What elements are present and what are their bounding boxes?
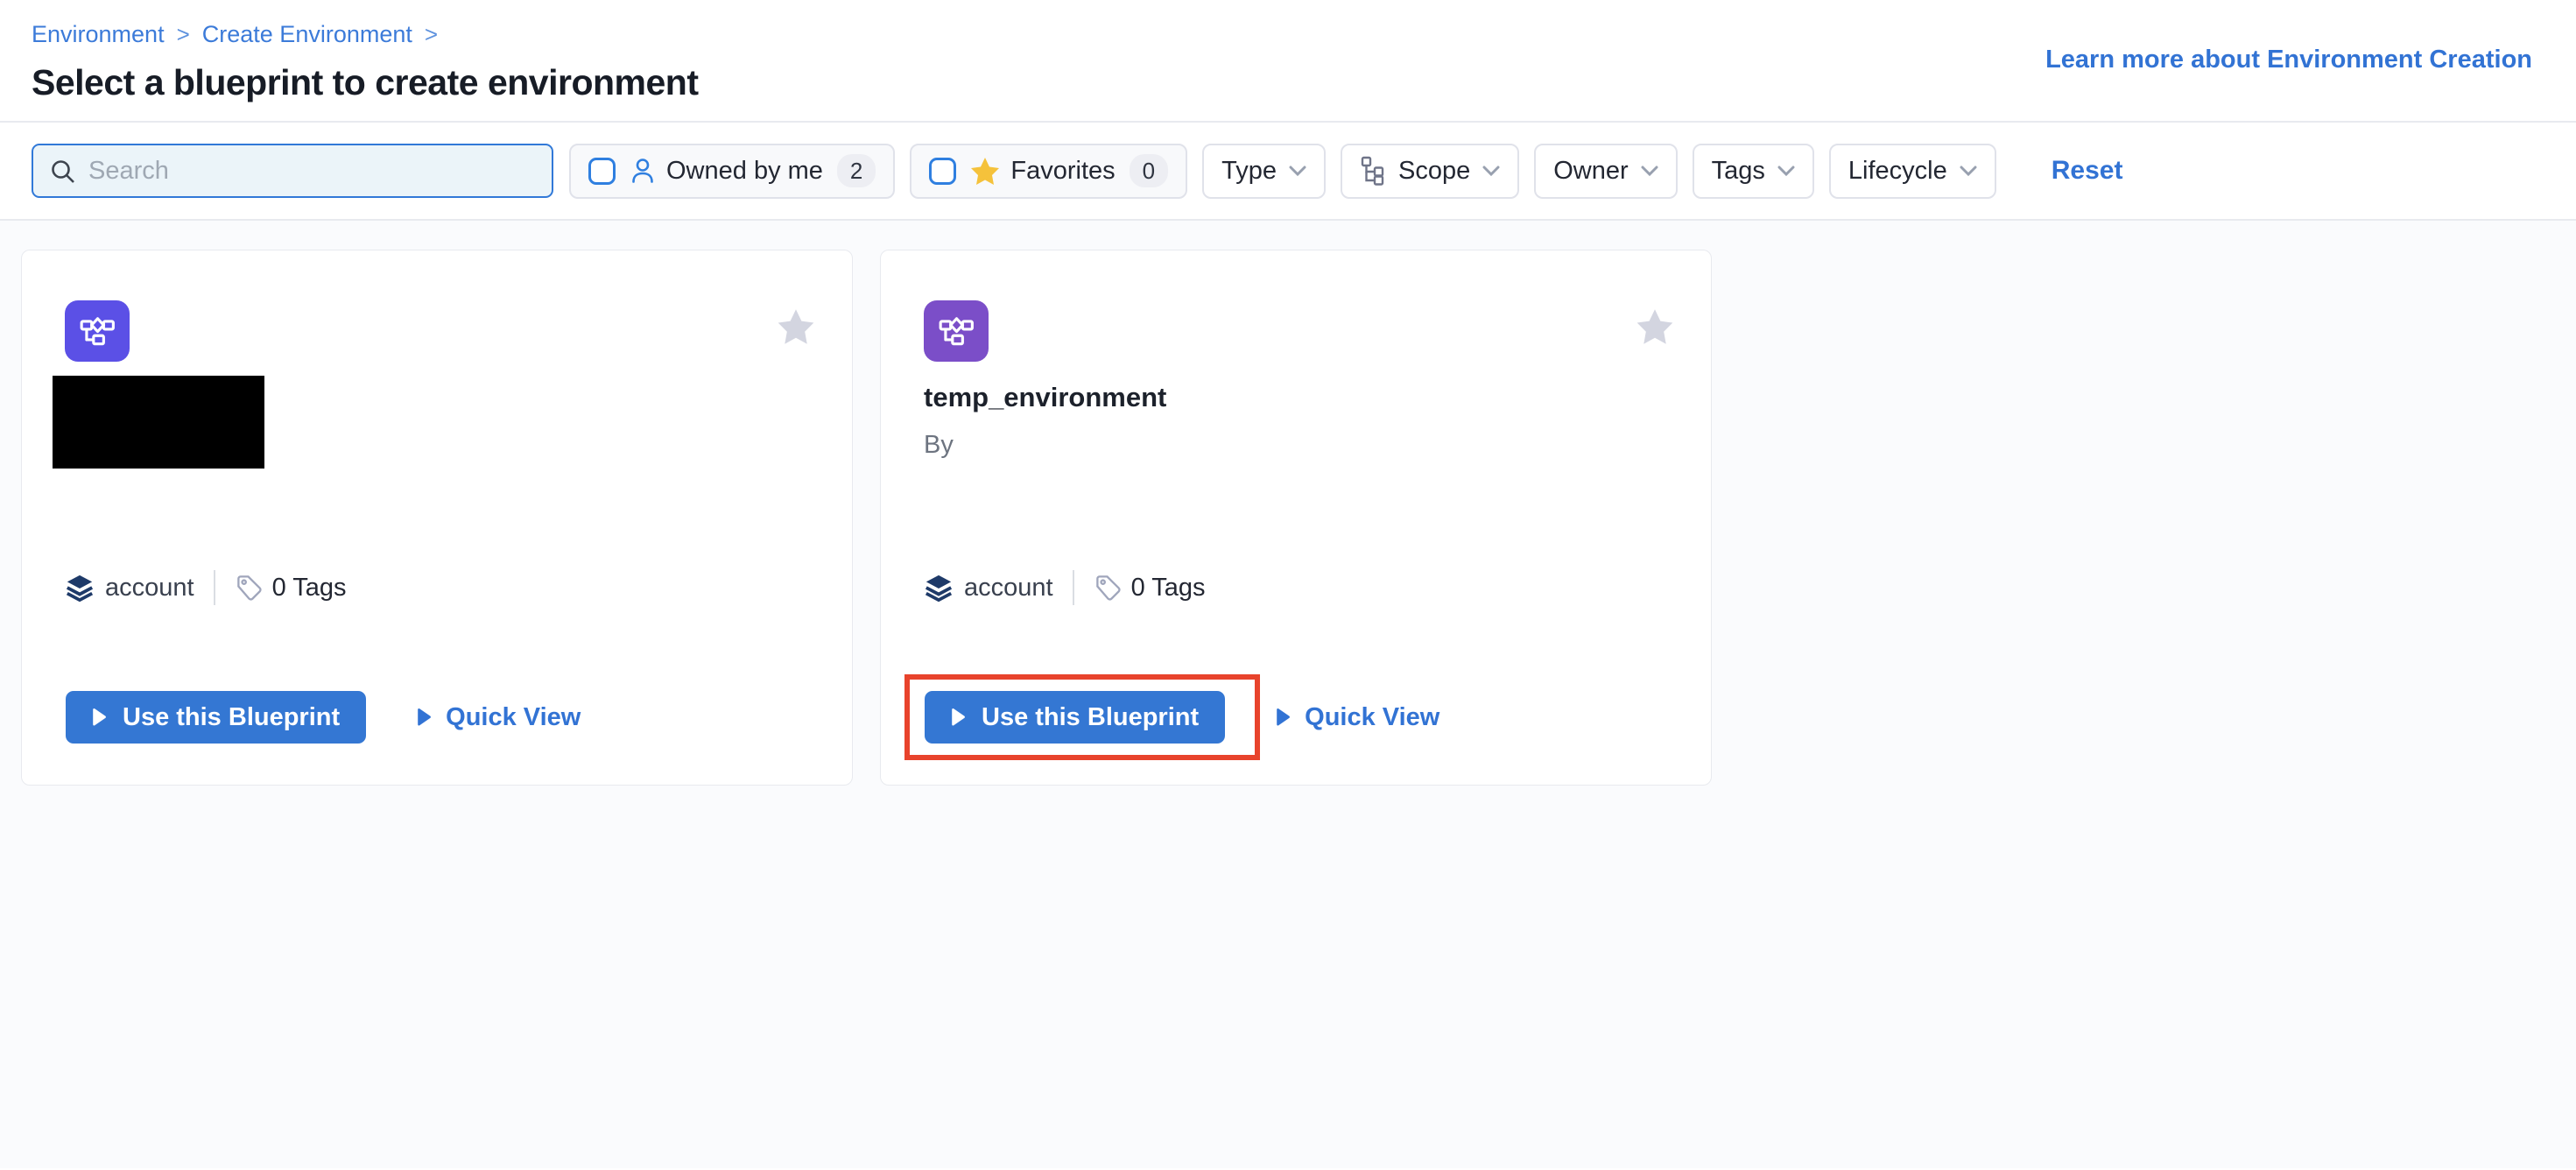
blueprint-flowchart-icon bbox=[78, 313, 116, 349]
space-label: account bbox=[964, 574, 1053, 603]
blueprint-tile bbox=[924, 300, 989, 362]
tags-count-label: 0 Tags bbox=[1131, 574, 1206, 603]
blueprint-card: account 0 Tags Use this Blueprint bbox=[21, 250, 853, 786]
filter-type-dropdown[interactable]: Type bbox=[1202, 144, 1326, 199]
filter-scope-dropdown[interactable]: Scope bbox=[1341, 144, 1519, 199]
favorites-checkbox[interactable] bbox=[929, 158, 956, 185]
filter-tags-dropdown[interactable]: Tags bbox=[1693, 144, 1814, 199]
account-layers-icon bbox=[65, 572, 95, 603]
breadcrumb-create-environment[interactable]: Create Environment bbox=[202, 21, 412, 48]
owned-by-me-label: Owned by me bbox=[666, 157, 823, 186]
play-icon bbox=[417, 708, 432, 727]
use-blueprint-button[interactable]: Use this Blueprint bbox=[66, 691, 366, 744]
blueprint-catalog-page: Environment > Create Environment > Selec… bbox=[0, 0, 2576, 1170]
owned-by-me-checkbox[interactable] bbox=[588, 158, 616, 185]
chevron-down-icon bbox=[1641, 166, 1658, 177]
card-meta-row: account 0 Tags bbox=[924, 569, 1206, 606]
tags-dropdown-label: Tags bbox=[1712, 157, 1765, 186]
filter-lifecycle-dropdown[interactable]: Lifecycle bbox=[1829, 144, 1996, 199]
breadcrumb-separator: > bbox=[177, 21, 190, 48]
filter-owned-by-me[interactable]: Owned by me 2 bbox=[569, 144, 895, 199]
owner-dropdown-label: Owner bbox=[1553, 157, 1628, 186]
card-actions: Use this Blueprint Quick View bbox=[66, 691, 581, 744]
card-actions: Use this Blueprint Quick View bbox=[925, 691, 1439, 744]
reset-filters-link[interactable]: Reset bbox=[2052, 156, 2123, 186]
chevron-down-icon bbox=[1960, 166, 1977, 177]
search-icon bbox=[49, 158, 76, 185]
breadcrumb-separator: > bbox=[425, 21, 438, 48]
search-input[interactable] bbox=[88, 157, 536, 186]
account-layers-icon bbox=[924, 572, 954, 603]
type-dropdown-label: Type bbox=[1221, 157, 1277, 186]
scope-dropdown-label: Scope bbox=[1398, 157, 1470, 186]
quick-view-label: Quick View bbox=[1305, 703, 1439, 732]
blueprint-tile bbox=[65, 300, 130, 362]
chevron-down-icon bbox=[1777, 166, 1795, 177]
favorite-star-icon[interactable] bbox=[1636, 308, 1674, 345]
quick-view-link[interactable]: Quick View bbox=[1276, 703, 1439, 732]
redacted-blueprint-name bbox=[53, 376, 264, 469]
quick-view-link[interactable]: Quick View bbox=[417, 703, 581, 732]
person-icon bbox=[630, 157, 656, 185]
hierarchy-icon bbox=[1360, 155, 1386, 187]
card-meta-row: account 0 Tags bbox=[65, 569, 347, 606]
owned-by-me-count-badge: 2 bbox=[837, 154, 876, 188]
use-blueprint-label: Use this Blueprint bbox=[123, 703, 340, 732]
favorites-count-badge: 0 bbox=[1130, 154, 1168, 188]
favorite-star-icon[interactable] bbox=[777, 308, 815, 345]
quick-view-label: Quick View bbox=[446, 703, 581, 732]
play-icon bbox=[1276, 708, 1291, 727]
meta-divider bbox=[214, 570, 215, 605]
learn-more-link[interactable]: Learn more about Environment Creation bbox=[2045, 46, 2532, 74]
blueprint-card-grid: account 0 Tags Use this Blueprint bbox=[0, 221, 2576, 1168]
chevron-down-icon bbox=[1289, 166, 1306, 177]
filter-favorites[interactable]: Favorites 0 bbox=[910, 144, 1187, 199]
page-header: Environment > Create Environment > Selec… bbox=[0, 0, 2576, 123]
chevron-down-icon bbox=[1482, 166, 1500, 177]
meta-divider bbox=[1073, 570, 1074, 605]
play-icon bbox=[92, 708, 107, 727]
tag-icon bbox=[1094, 573, 1123, 603]
favorites-label: Favorites bbox=[1010, 157, 1115, 186]
filter-owner-dropdown[interactable]: Owner bbox=[1534, 144, 1677, 199]
blueprint-name: temp_environment bbox=[924, 382, 1166, 413]
use-blueprint-button[interactable]: Use this Blueprint bbox=[925, 691, 1225, 744]
blueprint-author: By bbox=[924, 431, 954, 460]
tags-count-label: 0 Tags bbox=[272, 574, 347, 603]
blueprint-flowchart-icon bbox=[937, 313, 975, 349]
breadcrumb-environment[interactable]: Environment bbox=[32, 21, 165, 48]
play-icon bbox=[951, 708, 966, 727]
star-icon bbox=[970, 157, 1000, 186]
blueprint-card: temp_environment By account bbox=[880, 250, 1712, 786]
lifecycle-dropdown-label: Lifecycle bbox=[1848, 157, 1947, 186]
breadcrumb: Environment > Create Environment > bbox=[32, 21, 2532, 48]
use-blueprint-label: Use this Blueprint bbox=[982, 703, 1199, 732]
filter-bar: Owned by me 2 Favorites 0 Type bbox=[0, 123, 2576, 221]
search-box[interactable] bbox=[32, 144, 553, 198]
space-label: account bbox=[105, 574, 194, 603]
tag-icon bbox=[235, 573, 264, 603]
